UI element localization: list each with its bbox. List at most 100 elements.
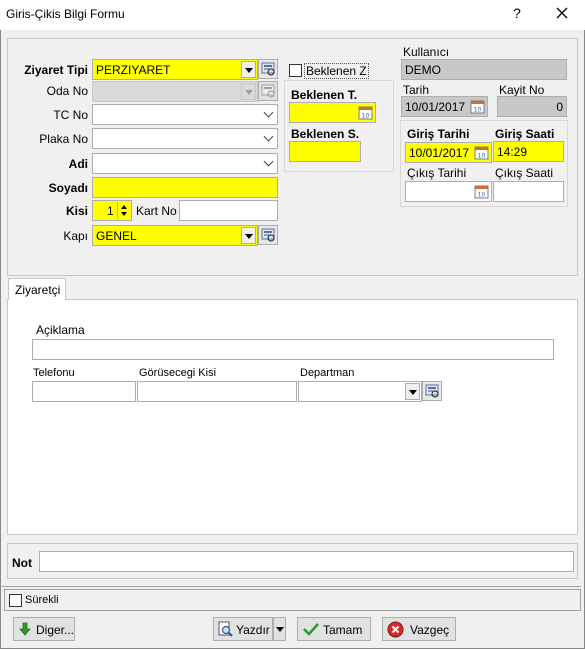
ziyaret-tipi-value: PERZIYARET <box>96 63 171 77</box>
cikis-tarihi-date[interactable]: 10 <box>405 181 492 202</box>
ziyaret-tipi-select[interactable]: PERZIYARET <box>92 59 258 80</box>
tarih-field: 10/01/2017 10 <box>401 96 488 117</box>
cikis-saati-label: Çıkış Saati <box>495 166 554 180</box>
departman-select[interactable] <box>298 381 422 402</box>
kullanici-value: DEMO <box>405 63 441 77</box>
adi-combo[interactable] <box>92 153 278 174</box>
kapi-select[interactable]: GENEL <box>92 225 258 246</box>
aciklama-input[interactable] <box>32 339 554 360</box>
chevron-down-icon[interactable] <box>263 107 274 118</box>
kisi-value: 1 <box>107 204 114 218</box>
svg-text:10: 10 <box>478 153 486 160</box>
lookup-icon <box>261 84 275 98</box>
kullanici-field: DEMO <box>401 59 567 80</box>
ziyaret-tipi-lookup-button[interactable] <box>258 59 278 79</box>
giris-saati-time[interactable]: 14:29 <box>493 141 564 162</box>
beklenen-t-date[interactable]: 10 <box>289 102 376 123</box>
yazdir-dropdown-button[interactable] <box>273 617 286 641</box>
svg-text:10: 10 <box>478 192 486 199</box>
tarih-value: 10/01/2017 <box>405 100 466 114</box>
soyadi-label: Soyadı <box>48 181 88 195</box>
diger-button-label: Diger... <box>36 623 75 637</box>
yazdir-button[interactable]: Yazdır <box>213 617 273 641</box>
ziyaretci-panel <box>7 299 578 535</box>
giris-tarihi-date[interactable]: 10/01/2017 10 <box>405 142 492 163</box>
cancel-icon <box>387 621 404 638</box>
chevron-down-icon[interactable] <box>241 61 256 78</box>
telefonu-input[interactable] <box>32 381 136 402</box>
departman-lookup-button[interactable] <box>422 381 442 401</box>
kart-no-label: Kart No <box>136 204 177 218</box>
vazgec-button[interactable]: Vazgeç <box>382 617 456 641</box>
tc-no-label: TC No <box>53 108 88 122</box>
kayit-no-label: Kayit No <box>499 83 545 97</box>
kisi-spinner[interactable]: 1 <box>92 200 132 221</box>
not-label: Not <box>12 556 32 570</box>
checkmark-icon <box>303 623 319 636</box>
kapi-lookup-button[interactable] <box>258 225 278 245</box>
giris-tarihi-label: Giriş Tarihi <box>407 127 470 141</box>
tamam-button[interactable]: Tamam <box>297 617 371 641</box>
lookup-icon <box>425 384 439 398</box>
aciklama-label: Açiklama <box>36 323 85 337</box>
cikis-saati-time[interactable] <box>493 181 564 202</box>
calendar-icon[interactable]: 10 <box>358 105 373 120</box>
oda-no-select <box>92 81 258 102</box>
yazdir-button-label: Yazdır <box>236 623 270 637</box>
tamam-button-label: Tamam <box>323 623 363 637</box>
svg-text:10: 10 <box>362 113 370 120</box>
tc-no-combo[interactable] <box>92 104 278 125</box>
chevron-down-icon[interactable] <box>405 383 420 400</box>
spinner-arrows-icon[interactable] <box>117 202 130 219</box>
soyadi-input[interactable] <box>92 177 278 198</box>
lookup-icon <box>261 228 275 242</box>
beklenen-s-time[interactable] <box>289 141 361 162</box>
print-preview-icon <box>218 621 233 637</box>
close-icon <box>556 7 568 19</box>
diger-button[interactable]: Diger... <box>13 617 75 641</box>
gorusecegi-label: Görüsecegi Kisi <box>139 367 217 379</box>
calendar-icon[interactable]: 10 <box>474 145 489 160</box>
chevron-down-icon[interactable] <box>263 131 274 142</box>
close-button[interactable] <box>552 3 572 23</box>
window-title: Giris-Çikis Bilgi Formu <box>6 7 125 21</box>
calendar-icon: 10 <box>470 99 485 114</box>
kayit-no-value: 0 <box>556 100 563 114</box>
giris-tarihi-value: 10/01/2017 <box>409 146 470 160</box>
gorusecegi-input[interactable] <box>137 381 297 402</box>
plaka-no-label: Plaka No <box>39 132 88 146</box>
beklenen-t-label: Beklenen T. <box>291 88 358 102</box>
surekli-label: Sürekli <box>25 594 59 606</box>
chevron-down-icon[interactable] <box>263 156 274 167</box>
giris-saati-value: 14:29 <box>497 145 528 159</box>
kullanici-label: Kullanıcı <box>403 45 450 59</box>
arrow-down-icon <box>19 622 31 636</box>
chevron-down-icon[interactable] <box>241 227 256 244</box>
oda-no-lookup-button <box>258 81 278 101</box>
lookup-icon <box>261 62 275 76</box>
beklenen-z-checkbox[interactable] <box>289 64 302 77</box>
help-button[interactable]: ? <box>509 5 525 21</box>
kart-no-input[interactable] <box>179 200 278 221</box>
beklenen-z-label: Beklenen Z <box>304 63 369 79</box>
surekli-checkbox[interactable] <box>9 594 22 607</box>
oda-no-label: Oda No <box>46 84 88 98</box>
beklenen-s-label: Beklenen S. <box>291 127 360 141</box>
tab-ziyaretci-label: Ziyaretçi <box>15 283 61 297</box>
tarih-label: Tarih <box>403 83 430 97</box>
departman-label: Departman <box>300 367 355 379</box>
not-input[interactable] <box>39 551 574 572</box>
plaka-no-combo[interactable] <box>92 128 278 149</box>
adi-label: Adi <box>68 157 88 171</box>
kisi-label: Kisi <box>65 204 88 218</box>
giris-saati-label: Giriş Saati <box>495 127 555 141</box>
ziyaret-tipi-label: Ziyaret Tipi <box>24 63 88 77</box>
calendar-icon[interactable]: 10 <box>474 184 489 199</box>
tab-ziyaretci[interactable]: Ziyaretçi <box>8 278 66 300</box>
kapi-label: Kapı <box>63 229 88 243</box>
kapi-value: GENEL <box>96 229 137 243</box>
telefonu-label: Telefonu <box>33 367 75 379</box>
chevron-down-icon <box>276 627 284 632</box>
svg-text:10: 10 <box>474 107 482 114</box>
cikis-tarihi-label: Çıkış Tarihi <box>407 166 467 180</box>
